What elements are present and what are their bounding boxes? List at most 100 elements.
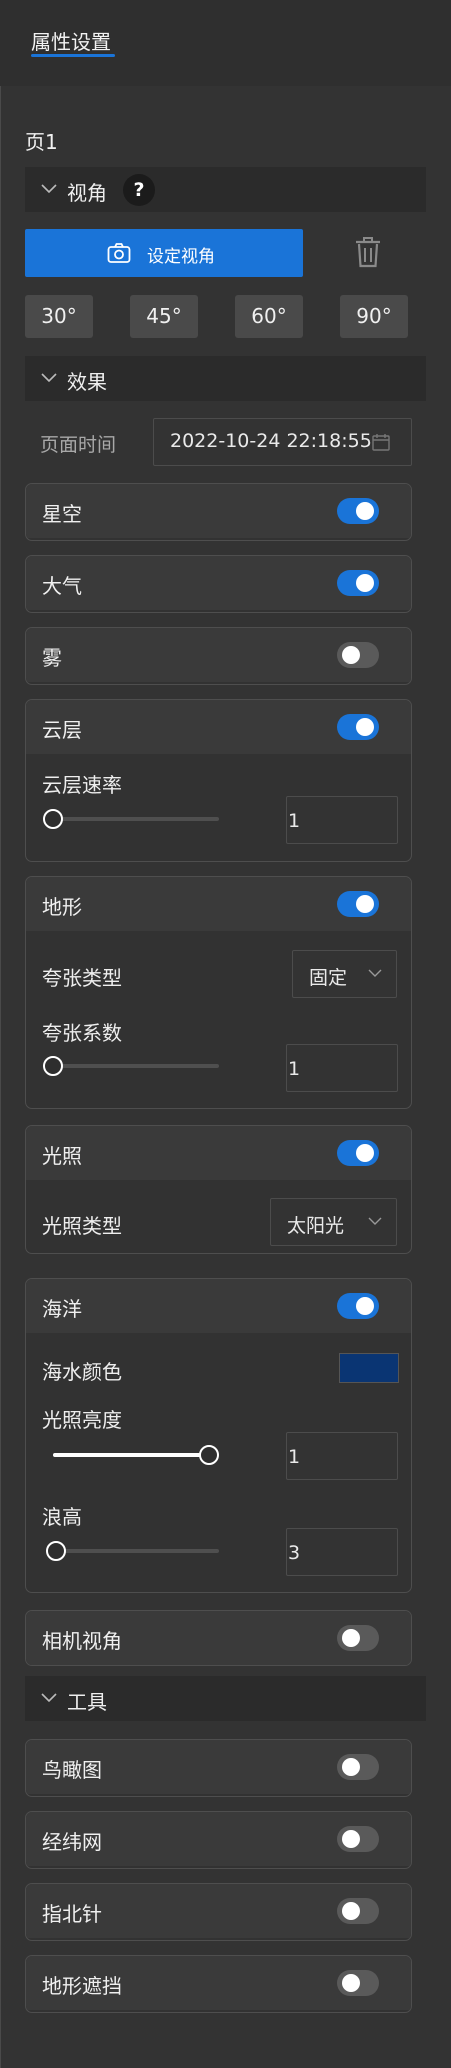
slider-track xyxy=(53,817,219,821)
card-terrain-occlusion: 地形遮挡 xyxy=(25,1955,412,2013)
lighting-type-value: 太阳光 xyxy=(287,1215,345,1237)
page-time-value: 2022-10-24 22:18:55 xyxy=(170,430,372,452)
card-head-clouds: 云层 xyxy=(26,700,411,754)
angle-60-button[interactable]: 60° xyxy=(235,295,303,338)
section-title-view: 视角 xyxy=(67,181,107,205)
card-fog: 雾 xyxy=(25,627,412,685)
cloud-speed-slider[interactable] xyxy=(43,809,219,829)
exaggeration-coef-slider[interactable] xyxy=(43,1056,219,1076)
card-starry-sky: 星空 xyxy=(25,483,412,541)
slider-handle[interactable] xyxy=(43,809,63,829)
light-brightness-value: 1 xyxy=(288,1446,301,1468)
exaggeration-type-value: 固定 xyxy=(309,967,348,989)
set-view-button[interactable]: 设定视角 xyxy=(25,229,303,277)
terrain-toggle[interactable] xyxy=(337,891,379,917)
light-brightness-input[interactable]: 1 xyxy=(286,1432,398,1480)
atmosphere-toggle[interactable] xyxy=(337,570,379,596)
exaggeration-type-select[interactable]: 固定 xyxy=(292,950,397,998)
wave-height-slider[interactable] xyxy=(46,1541,219,1561)
card-head-compass: 指北针 xyxy=(26,1884,411,1938)
card-head-birds-eye: 鸟瞰图 xyxy=(26,1740,411,1794)
card-head-terrain-occlusion: 地形遮挡 xyxy=(26,1956,411,2010)
help-icon[interactable]: ? xyxy=(123,174,155,206)
card-head-camera-view: 相机视角 xyxy=(26,1611,411,1665)
section-header-tools[interactable]: 工具 xyxy=(25,1676,426,1721)
compass-label: 指北针 xyxy=(42,1902,102,1926)
lighting-type-select[interactable]: 太阳光 xyxy=(270,1198,397,1246)
birds-eye-label: 鸟瞰图 xyxy=(42,1758,102,1782)
chevron-down-icon xyxy=(41,1693,57,1703)
light-brightness-slider[interactable] xyxy=(53,1445,219,1465)
clouds-toggle[interactable] xyxy=(337,714,379,740)
fog-label: 雾 xyxy=(42,646,62,670)
card-head-atmosphere: 大气 xyxy=(26,556,411,610)
card-graticule: 经纬网 xyxy=(25,1811,412,1869)
card-birds-eye: 鸟瞰图 xyxy=(25,1739,412,1797)
graticule-toggle[interactable] xyxy=(337,1826,379,1852)
wave-height-input[interactable]: 3 xyxy=(286,1528,398,1576)
toggle-knob xyxy=(356,718,374,736)
starry-sky-toggle[interactable] xyxy=(337,498,379,524)
sea-color-label: 海水颜色 xyxy=(42,1360,122,1384)
toggle-knob xyxy=(342,646,360,664)
wave-height-label: 浪高 xyxy=(42,1505,82,1529)
compass-toggle[interactable] xyxy=(337,1898,379,1924)
section-header-effects[interactable]: 效果 xyxy=(25,356,426,401)
card-head-lighting: 光照 xyxy=(26,1126,411,1180)
slider-handle[interactable] xyxy=(199,1445,219,1465)
exaggeration-coef-label: 夸张系数 xyxy=(42,1021,122,1045)
slider-handle[interactable] xyxy=(46,1541,67,1561)
lighting-label: 光照 xyxy=(42,1144,82,1168)
lighting-toggle[interactable] xyxy=(337,1140,379,1166)
toggle-knob xyxy=(356,502,374,520)
card-lighting: 光照 光照类型 太阳光 xyxy=(25,1125,412,1254)
camera-view-toggle[interactable] xyxy=(337,1625,379,1651)
camera-icon xyxy=(107,243,131,263)
cloud-speed-input[interactable]: 1 xyxy=(286,796,398,844)
slider-handle[interactable] xyxy=(43,1056,63,1076)
sea-color-swatch[interactable] xyxy=(339,1353,399,1383)
card-terrain: 地形 夸张类型 固定 夸张系数 1 xyxy=(25,876,412,1109)
fog-toggle[interactable] xyxy=(337,642,379,668)
terrain-occlusion-label: 地形遮挡 xyxy=(42,1974,122,1998)
toggle-knob xyxy=(342,1830,360,1848)
section-title-tools: 工具 xyxy=(67,1690,107,1714)
exaggeration-type-label: 夸张类型 xyxy=(42,966,122,990)
tab-properties[interactable]: 属性设置 xyxy=(31,26,111,55)
ocean-label: 海洋 xyxy=(42,1297,82,1321)
terrain-occlusion-toggle[interactable] xyxy=(337,1970,379,1996)
chevron-down-icon xyxy=(368,969,382,977)
card-head-graticule: 经纬网 xyxy=(26,1812,411,1866)
page-label: 页1 xyxy=(25,130,58,154)
section-header-view[interactable]: 视角 ? xyxy=(25,167,426,212)
camera-view-label: 相机视角 xyxy=(42,1629,122,1653)
card-head-ocean: 海洋 xyxy=(26,1279,411,1333)
angle-90-button[interactable]: 90° xyxy=(340,295,408,338)
set-view-label: 设定视角 xyxy=(147,247,215,267)
angle-45-button[interactable]: 45° xyxy=(130,295,198,338)
chevron-down-icon xyxy=(368,1217,382,1225)
terrain-label: 地形 xyxy=(42,895,82,919)
toggle-knob xyxy=(342,1629,360,1647)
page-time-input[interactable]: 2022-10-24 22:18:55 xyxy=(153,418,412,466)
toggle-knob xyxy=(356,1144,374,1162)
ocean-toggle[interactable] xyxy=(337,1293,379,1319)
starry-sky-label: 星空 xyxy=(42,502,82,526)
toggle-knob xyxy=(342,1758,360,1776)
card-head-starry-sky: 星空 xyxy=(26,484,411,538)
calendar-icon[interactable] xyxy=(372,433,390,451)
angle-30-button[interactable]: 30° xyxy=(25,295,93,338)
card-camera-view: 相机视角 xyxy=(25,1610,412,1666)
exaggeration-coef-input[interactable]: 1 xyxy=(286,1044,398,1092)
atmosphere-label: 大气 xyxy=(42,574,82,598)
slider-fill xyxy=(53,1453,209,1457)
toggle-knob xyxy=(356,1297,374,1315)
trash-icon[interactable] xyxy=(354,235,382,269)
birds-eye-toggle[interactable] xyxy=(337,1754,379,1780)
panel-left-border xyxy=(0,0,1,2068)
panel-header: 属性设置 xyxy=(0,0,451,86)
lighting-type-label: 光照类型 xyxy=(42,1214,122,1238)
toggle-knob xyxy=(356,574,374,592)
toggle-knob xyxy=(342,1974,360,1992)
card-compass: 指北针 xyxy=(25,1883,412,1941)
